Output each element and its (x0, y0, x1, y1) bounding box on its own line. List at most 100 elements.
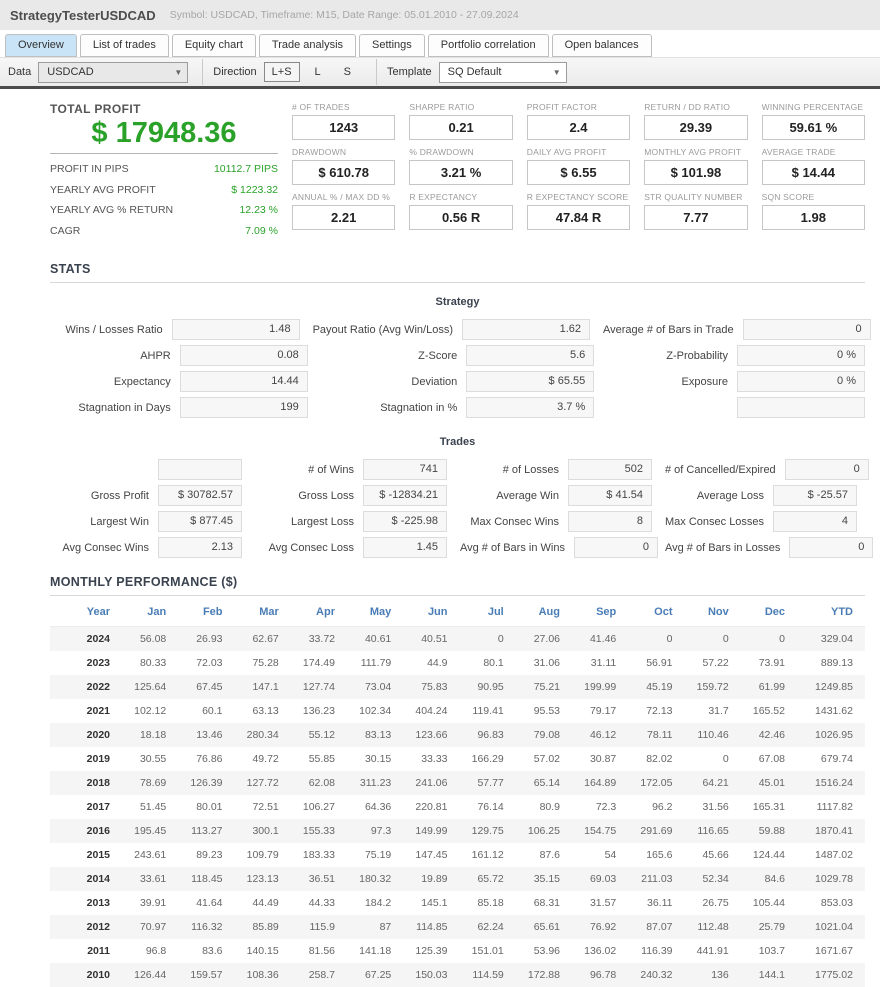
month-value-cell: 889.13 (820, 657, 853, 669)
tab-trade-analysis[interactable]: Trade analysis (258, 34, 357, 57)
month-value-cell: 136 (711, 969, 729, 981)
month-value-cell: 1487.02 (815, 849, 853, 861)
metric-of-trades: # OF TRADES 1243 (292, 102, 396, 140)
month-value-cell: 64.21 (702, 777, 729, 789)
year-cell: 2022 (86, 681, 110, 693)
month-value-cell: 183.33 (302, 849, 335, 861)
month-value-cell: 0 (722, 753, 729, 765)
direction-button-s[interactable]: S (336, 62, 359, 82)
tab-overview[interactable]: Overview (5, 34, 77, 57)
month-value-cell: 45.01 (758, 777, 785, 789)
stat-avg-consec-wins: Avg Consec Wins 2.13 (50, 537, 242, 558)
table-row: 2013 39.91 41.64 44.49 44.33 184.2 145.1 85.18 6… (50, 891, 865, 915)
column-header-aug: Aug (515, 598, 572, 627)
table-row: 2024 56.08 26.93 62.67 33.72 40.61 40.51 0 27.06… (50, 626, 865, 651)
month-value-cell: 127.72 (246, 777, 279, 789)
month-value-cell: 116.65 (697, 825, 729, 837)
month-value-cell: 149.99 (415, 825, 448, 837)
profit-row-yearly-avg-return: YEARLY AVG % RETURN 12.23 % (50, 204, 278, 216)
month-value-cell: 159.57 (190, 969, 223, 981)
direction-button-l-s[interactable]: L+S (263, 62, 300, 82)
month-value-cell: 42.46 (758, 729, 785, 741)
month-value-cell: 165.31 (752, 801, 785, 813)
metric-value-box: 59.61 % (761, 115, 865, 140)
month-value-cell: 184.2 (364, 897, 392, 909)
stat-label: Largest Loss (291, 515, 354, 528)
month-value-cell: 35.15 (533, 873, 560, 885)
stat-value-box: 1.62 (462, 319, 590, 340)
month-value-cell: 75.28 (252, 657, 279, 669)
metric-value-box: 0.56 R (409, 205, 513, 230)
month-value-cell: 41.64 (196, 897, 223, 909)
stat-label: # of Wins (308, 463, 354, 476)
metric-label: PROFIT FACTOR (526, 102, 598, 112)
metric-value-box: 0.21 (409, 115, 513, 140)
stat-value-box: 199 (179, 397, 308, 418)
month-value-cell: 90.95 (477, 681, 504, 693)
month-value-cell: 258.7 (308, 969, 335, 981)
month-value-cell: 108.36 (246, 969, 279, 981)
table-row: 2022 125.64 67.45 147.1 127.74 73.04 75.83 90.9… (50, 675, 865, 699)
divider (50, 153, 278, 154)
month-value-cell: 115.9 (309, 921, 336, 933)
stat-avg-consec-loss: Avg Consec Loss 1.45 (255, 537, 447, 558)
stat-label: Gross Profit (90, 489, 149, 502)
month-value-cell: 40.61 (364, 633, 392, 645)
month-value-cell: 96.8 (145, 945, 167, 957)
month-value-cell: 76.92 (589, 921, 617, 933)
month-value-cell: 65.61 (533, 921, 560, 933)
column-header-jul: Jul (459, 598, 516, 627)
stat-label: Stagnation in Days (78, 401, 171, 414)
stat-empty (50, 459, 242, 480)
stats-row: Gross Profit $ 30782.57 Gross Loss $ -12834… (50, 485, 865, 506)
stat-label: Average # of Bars in Trade (603, 323, 734, 336)
tab-portfolio-correlation[interactable]: Portfolio correlation (427, 34, 549, 57)
monthly-performance-heading: MONTHLY PERFORMANCE ($) (50, 575, 238, 589)
month-value-cell: 220.81 (415, 801, 448, 813)
month-value-cell: 126.44 (134, 969, 167, 981)
tab-list-of-trades[interactable]: List of trades (79, 34, 169, 57)
month-value-cell: 45.19 (646, 681, 673, 693)
metric-return-dd-ratio: RETURN / DD RATIO 29.39 (644, 102, 748, 140)
metric-label: ANNUAL % / MAX DD % (292, 192, 390, 202)
month-value-cell: 62.67 (252, 633, 279, 645)
month-value-cell: 141.18 (359, 945, 392, 957)
table-row: 2018 78.69 126.39 127.72 62.08 311.23 241.06 57… (50, 771, 865, 795)
trades-subheading: Trades (439, 436, 476, 448)
month-value-cell: 80.33 (139, 657, 167, 669)
month-value-cell: 311.23 (359, 777, 392, 789)
year-cell: 2016 (86, 825, 110, 837)
month-value-cell: 55.85 (308, 753, 335, 765)
direction-button-l[interactable]: L (307, 62, 329, 82)
metric-label: SHARPE RATIO (409, 102, 475, 112)
tab-open-balances[interactable]: Open balances (551, 34, 652, 57)
tab-settings[interactable]: Settings (359, 34, 425, 57)
month-value-cell: 55.12 (308, 729, 335, 741)
tab-equity-chart[interactable]: Equity chart (171, 34, 256, 57)
month-value-cell: 57.22 (702, 657, 729, 669)
month-value-cell: 243.61 (134, 849, 167, 861)
stat-value-box: 502 (568, 459, 652, 480)
stat-value-box: 2.13 (158, 537, 242, 558)
stat-value-box: 0 % (737, 371, 865, 392)
month-value-cell: 105.44 (752, 897, 785, 909)
table-row: 2020 18.18 13.46 280.34 55.12 83.13 123.66 96.8… (50, 723, 865, 747)
month-value-cell: 96.83 (477, 729, 504, 741)
month-value-cell: 112.48 (697, 921, 729, 933)
metric-average-trade: AVERAGE TRADE $ 14.44 (761, 147, 865, 185)
month-value-cell: 151.01 (471, 945, 504, 957)
stat-stagnation-in: Stagnation in % 3.7 % (321, 397, 595, 418)
month-value-cell: 1117.82 (816, 801, 853, 813)
template-select[interactable]: SQ Default ▼ (438, 61, 567, 83)
month-value-cell: 103.7 (758, 945, 785, 957)
month-value-cell: 33.33 (421, 753, 448, 765)
data-select[interactable]: USDCAD ▼ (38, 61, 189, 83)
month-value-cell: 124.44 (752, 849, 785, 861)
month-value-cell: 40.51 (421, 633, 448, 645)
month-value-cell: 125.64 (134, 681, 167, 693)
profit-row-value: 12.23 % (239, 204, 278, 216)
stat-label: Avg # of Bars in Losses (665, 541, 781, 554)
window-header: StrategyTesterUSDCAD Symbol: USDCAD, Tim… (0, 0, 880, 30)
month-value-cell: 65.72 (477, 873, 504, 885)
month-value-cell: 116.32 (191, 921, 223, 933)
